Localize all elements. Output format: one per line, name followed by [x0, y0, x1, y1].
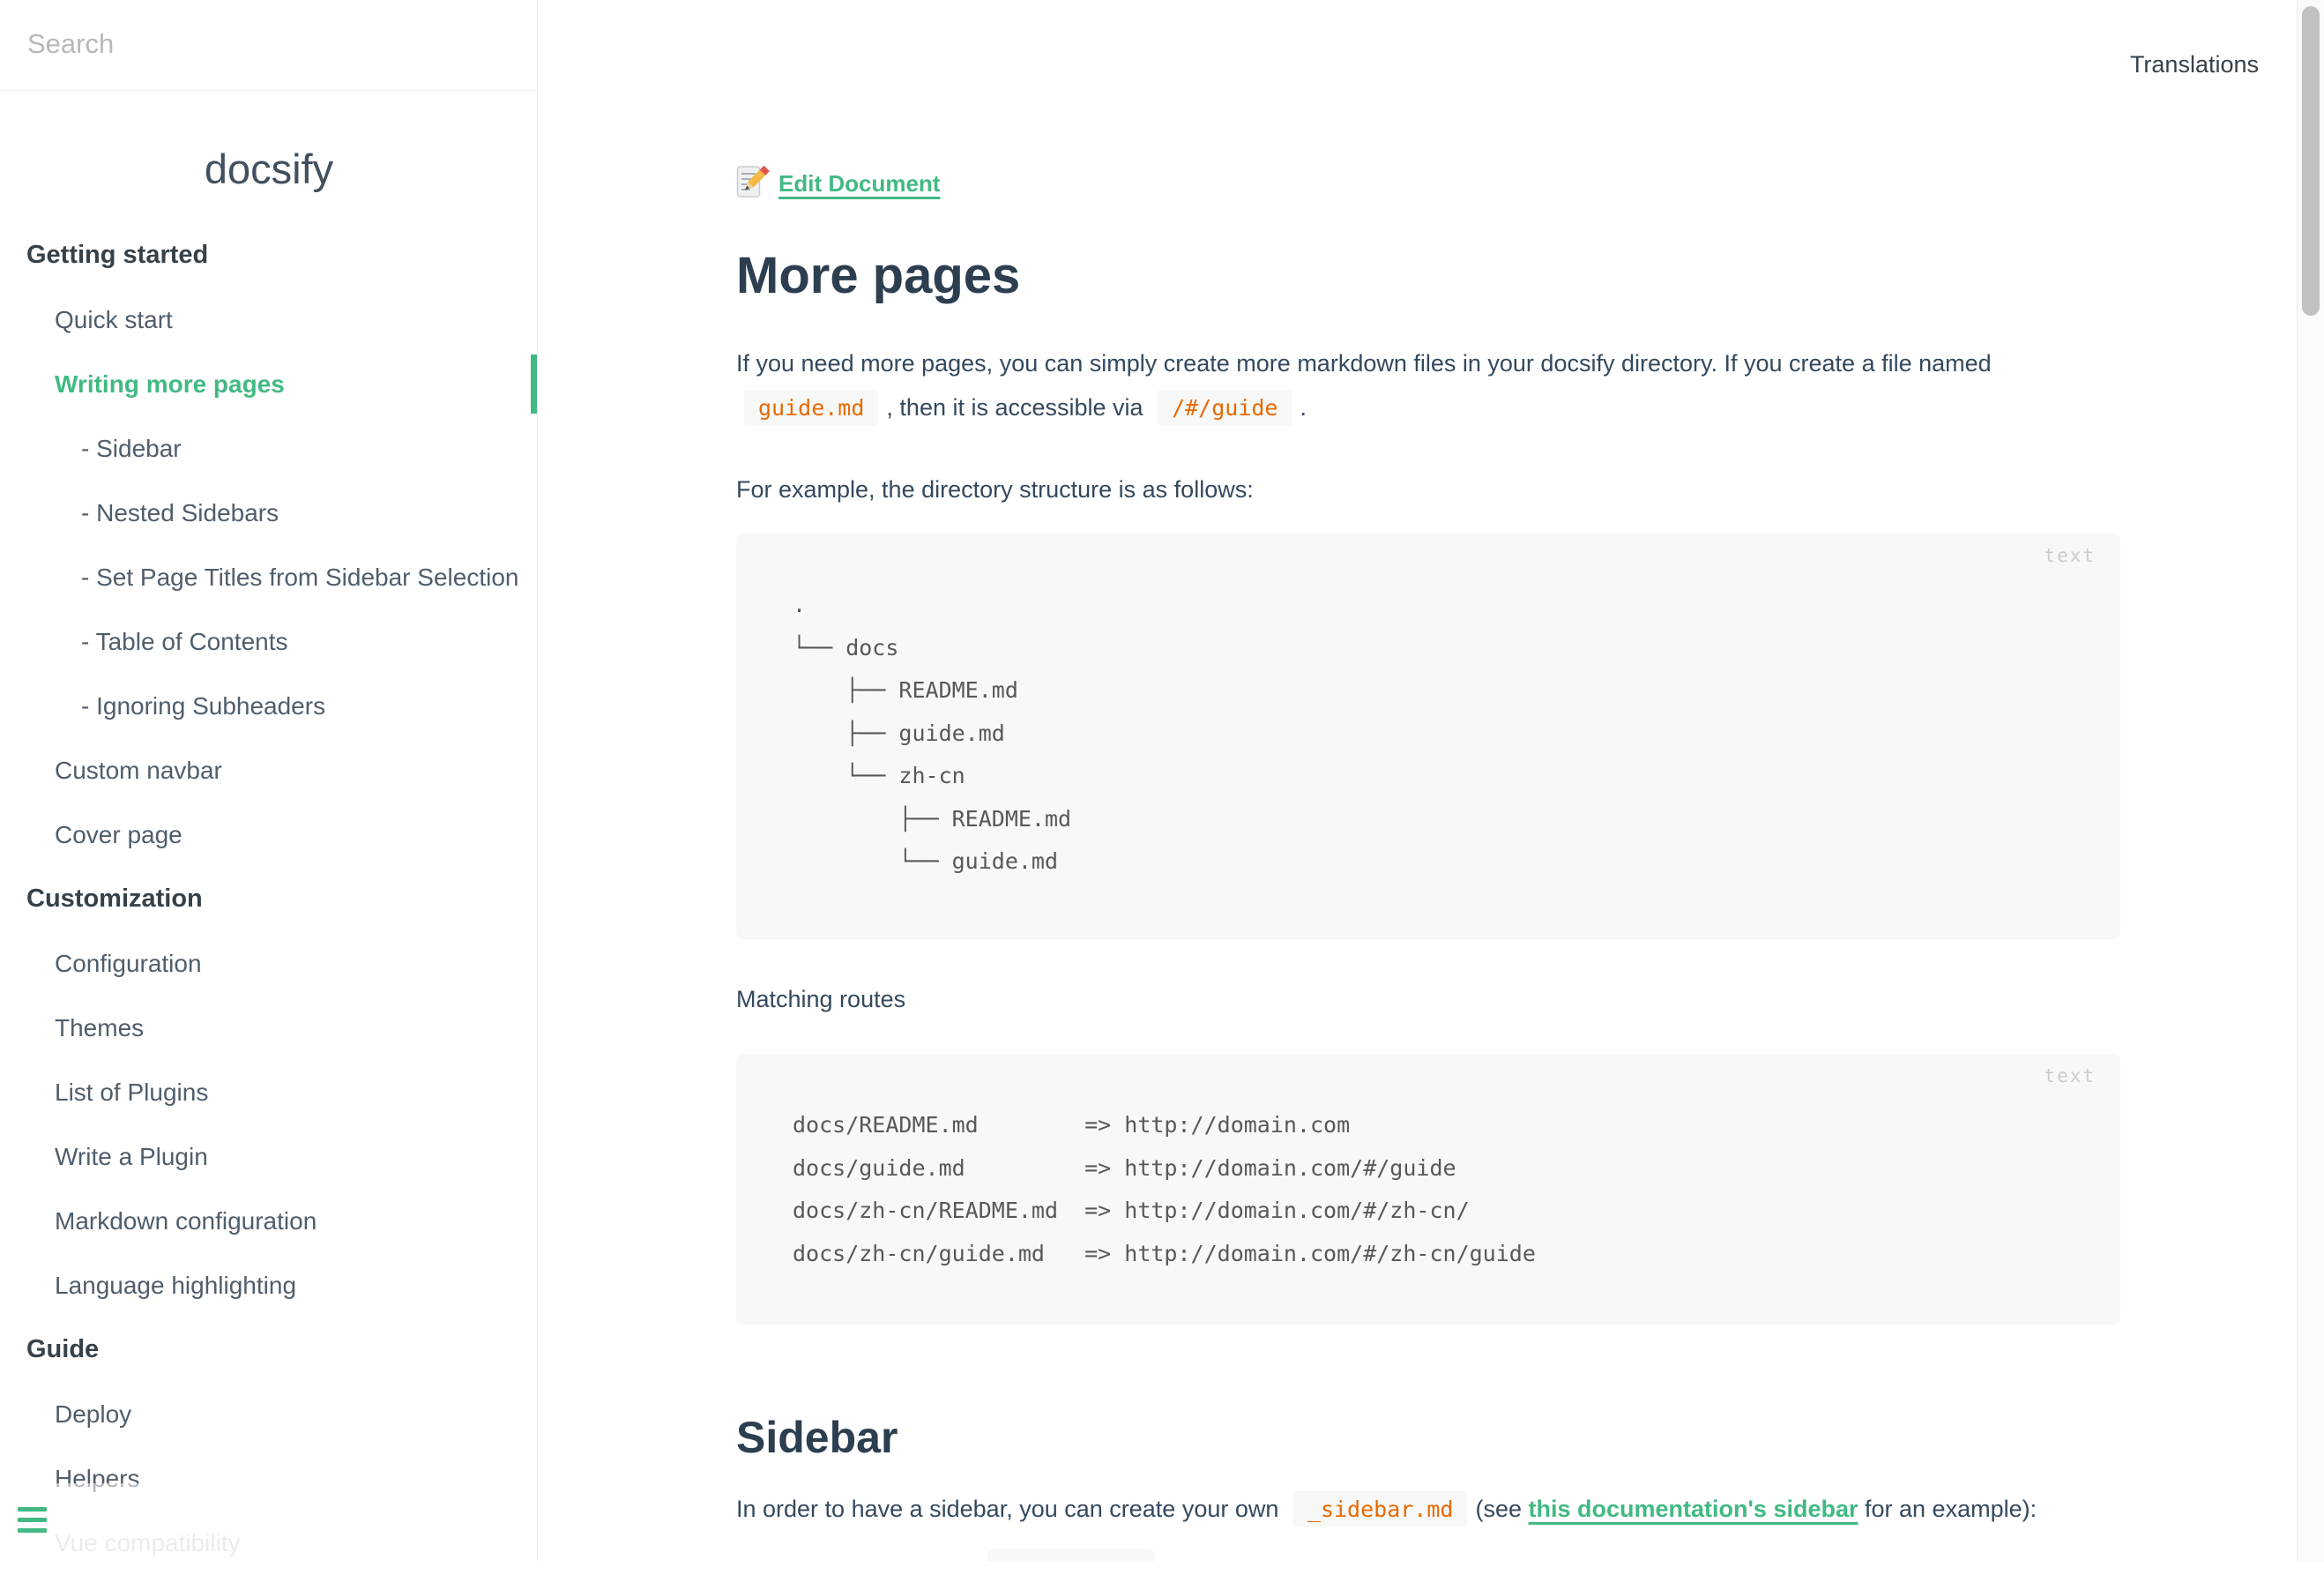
sidebar-item-configuration[interactable]: Configuration	[0, 931, 537, 996]
app-title[interactable]: docsify	[0, 145, 538, 193]
memo-icon	[736, 164, 770, 204]
sidebar-item-write-a-plugin[interactable]: Write a Plugin	[0, 1124, 537, 1189]
next-code-block-partial	[987, 1549, 1155, 1561]
sidebar-toggle-button[interactable]	[0, 1483, 317, 1561]
page-scrollbar-thumb[interactable]	[2302, 6, 2320, 316]
sidebar-item-deploy[interactable]: Deploy	[0, 1382, 537, 1446]
paragraph-text: for an example):	[1865, 1496, 2037, 1522]
paragraph-text: (see	[1475, 1496, 1522, 1522]
inline-doc-link[interactable]: this documentation's sidebar	[1529, 1496, 1858, 1522]
sidebar-section-title: Guide	[0, 1317, 537, 1382]
sidebar-item-label: - Nested Sidebars	[81, 499, 279, 526]
sidebar-item-label: Deploy	[55, 1400, 131, 1428]
sidebar-item-label: Language highlighting	[55, 1272, 296, 1299]
sidebar-item-label: - Sidebar	[81, 435, 182, 462]
example-line: For example, the directory structure is …	[736, 467, 2133, 511]
sidebar-item-table-of-contents[interactable]: - Table of Contents	[0, 609, 537, 674]
sidebar-item-label: Themes	[55, 1014, 144, 1041]
paragraph-text: .	[1300, 394, 1307, 421]
search-box	[0, 0, 537, 91]
page-scrollbar-track[interactable]	[2297, 0, 2324, 1561]
sidebar-item-label: Configuration	[55, 950, 202, 977]
inline-code: _sidebar.md	[1293, 1491, 1468, 1527]
sidebar-item-language-highlighting[interactable]: Language highlighting	[0, 1253, 537, 1317]
sidebar-item-label: Guide	[26, 1335, 99, 1363]
sidebar-item-label: Markdown configuration	[55, 1207, 317, 1235]
sidebar-item-writing-more-pages[interactable]: Writing more pages	[0, 352, 537, 416]
sidebar-section-title: Getting started	[0, 223, 537, 287]
sidebar-item-label: Getting started	[26, 241, 208, 269]
sidebar: docsify Getting started Quick start Writin…	[0, 0, 538, 1561]
sidebar-item-label: Writing more pages	[55, 370, 285, 398]
sidebar-item-ignoring-subheaders[interactable]: - Ignoring Subheaders	[0, 674, 537, 738]
sidebar-item-label: - Set Page Titles from Sidebar Selection	[81, 564, 518, 591]
inline-code: guide.md	[744, 390, 878, 426]
sidebar-item-custom-navbar[interactable]: Custom navbar	[0, 738, 537, 802]
paragraph-text: In order to have a sidebar, you can crea…	[736, 1496, 1278, 1522]
matching-routes-label: Matching routes	[736, 977, 2133, 1021]
intro-paragraph: If you need more pages, you can simply c…	[736, 341, 2133, 430]
page-title: More pages	[736, 248, 1020, 304]
sidebar-item-label: - Ignoring Subheaders	[81, 692, 325, 720]
sidebar-item-themes[interactable]: Themes	[0, 996, 537, 1060]
search-input[interactable]	[27, 0, 512, 88]
sidebar-item-label: Quick start	[55, 306, 173, 333]
inline-code: /#/guide	[1158, 390, 1292, 426]
sidebar-item-label: Cover page	[55, 821, 182, 848]
code-language-label: text	[2044, 545, 2096, 566]
code-block-directory-tree: text . └── docs ├── README.md ├── guide.m…	[736, 534, 2120, 939]
sidebar-section-heading: Sidebar	[736, 1412, 898, 1463]
edit-document-row: Edit Document	[736, 162, 940, 205]
edit-document-link[interactable]: Edit Document	[778, 170, 940, 198]
nav-translations-link[interactable]: Translations	[2130, 51, 2259, 78]
code-content: docs/README.md => http://domain.com docs…	[793, 1104, 1536, 1275]
sidebar-item-markdown-configuration[interactable]: Markdown configuration	[0, 1189, 537, 1253]
sidebar-item-label: - Table of Contents	[81, 628, 288, 655]
sidebar-item-label: List of Plugins	[55, 1079, 208, 1106]
sidebar-nav: Getting started Quick start Writing more p…	[0, 223, 537, 1575]
sidebar-item-sidebar[interactable]: - Sidebar	[0, 416, 537, 481]
sidebar-paragraph: In order to have a sidebar, you can crea…	[736, 1487, 2133, 1532]
code-language-label: text	[2044, 1065, 2096, 1086]
code-content: . └── docs ├── README.md ├── guide.md └─…	[793, 584, 1071, 884]
sidebar-item-cover-page[interactable]: Cover page	[0, 802, 537, 867]
sidebar-section-title: Customization	[0, 867, 537, 931]
sidebar-item-set-page-titles-from-sidebar-selection[interactable]: - Set Page Titles from Sidebar Selection	[0, 545, 537, 609]
paragraph-text: If you need more pages, you can simply c…	[736, 350, 1992, 377]
sidebar-item-list-of-plugins[interactable]: List of Plugins	[0, 1060, 537, 1124]
code-block-matching-routes: text docs/README.md => http://domain.com …	[736, 1054, 2120, 1325]
sidebar-item-nested-sidebars[interactable]: - Nested Sidebars	[0, 481, 537, 545]
sidebar-item-label: Customization	[26, 885, 203, 913]
sidebar-item-quick-start[interactable]: Quick start	[0, 287, 537, 352]
paragraph-text: , then it is accessible via	[886, 394, 1143, 421]
sidebar-item-label: Custom navbar	[55, 757, 222, 784]
sidebar-item-label: Write a Plugin	[55, 1143, 208, 1170]
